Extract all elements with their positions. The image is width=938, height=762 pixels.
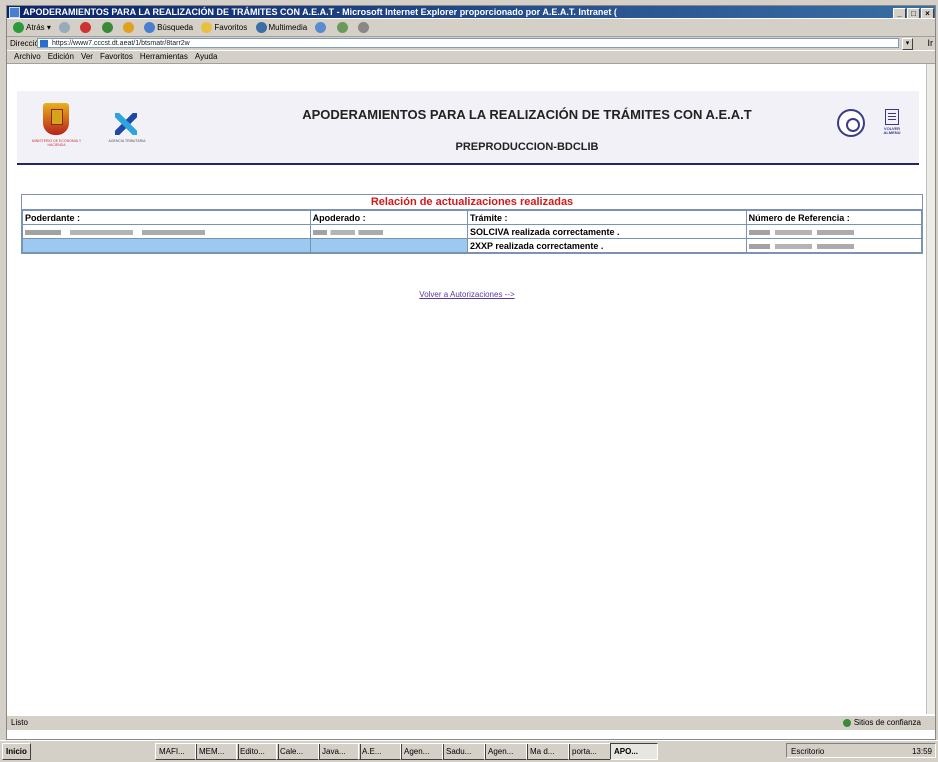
history-icon bbox=[315, 22, 327, 34]
vertical-scrollbar[interactable] bbox=[926, 64, 935, 714]
mail-button[interactable] bbox=[336, 19, 350, 36]
referencia-cell bbox=[745, 238, 923, 253]
taskbar-item-active[interactable]: APO... bbox=[610, 743, 658, 760]
results-title: Relación de actualizaciones realizadas bbox=[22, 195, 922, 210]
maximize-button[interactable]: □ bbox=[907, 8, 920, 18]
referencia-cell bbox=[745, 224, 923, 239]
menu-favoritos[interactable]: Favoritos bbox=[100, 52, 133, 61]
search-button[interactable]: Búsqueda bbox=[144, 19, 193, 36]
seal-icon bbox=[837, 109, 865, 137]
go-button[interactable]: Ir bbox=[928, 37, 934, 50]
taskbar-item[interactable]: Java... bbox=[318, 743, 361, 760]
window-controls: _ □ × bbox=[892, 7, 934, 18]
ministerio-logo: MINISTERIO DE ECONOMIA Y HACIENDA bbox=[29, 103, 84, 153]
standard-toolbar: Atrás ▾ Búsqueda Favoritos Multimedia bbox=[7, 19, 935, 37]
redacted-value bbox=[25, 229, 205, 235]
print-button[interactable] bbox=[357, 19, 371, 36]
menu-archivo[interactable]: Archivo bbox=[14, 52, 41, 61]
redacted-value bbox=[312, 229, 383, 235]
menu-ver[interactable]: Ver bbox=[81, 52, 93, 61]
menu-edicion[interactable]: Edición bbox=[48, 52, 74, 61]
back-arrow-icon bbox=[13, 22, 24, 34]
column-header: Poderdante : bbox=[22, 210, 311, 225]
refresh-icon bbox=[101, 22, 113, 34]
apoderado-cell bbox=[309, 238, 468, 253]
mail-icon bbox=[336, 22, 348, 34]
apoderado-cell bbox=[309, 224, 468, 239]
table-header-row: Poderdante : Apoderado : Trámite : Númer… bbox=[22, 210, 923, 225]
minimize-button[interactable]: _ bbox=[893, 8, 906, 18]
poderdante-cell bbox=[22, 224, 311, 239]
taskbar-item[interactable]: Sadu... bbox=[442, 743, 486, 760]
trusted-site-icon bbox=[842, 718, 851, 727]
browser-window: APODERAMIENTOS PARA LA REALIZACIÓN DE TR… bbox=[6, 5, 936, 740]
home-button[interactable] bbox=[122, 19, 136, 36]
system-tray: Escritorio 13:59 bbox=[786, 743, 936, 758]
table-row: SOLCIVA realizada correctamente . bbox=[22, 224, 923, 239]
page-content: MINISTERIO DE ECONOMIA Y HACIENDA AGENCI… bbox=[7, 64, 927, 714]
page-subtitle: PREPRODUCCION-BDCLIB bbox=[455, 141, 599, 153]
volver-al-menu-button[interactable]: VOLVER ALMENU bbox=[877, 109, 907, 141]
column-header: Número de Referencia : bbox=[745, 210, 923, 225]
taskbar-item[interactable]: porta... bbox=[568, 743, 612, 760]
aeat-logo: AGENCIA TRIBUTARIA bbox=[107, 113, 147, 153]
taskbar-item[interactable]: Edito... bbox=[236, 743, 279, 760]
refresh-button[interactable] bbox=[101, 19, 115, 36]
taskbar: Inicio MAFI... MEM... Edito... Cale... J… bbox=[0, 740, 938, 762]
column-header: Apoderado : bbox=[309, 210, 468, 225]
status-text: Listo bbox=[11, 718, 28, 727]
taskbar-item[interactable]: MEM... bbox=[195, 743, 239, 760]
star-icon bbox=[201, 22, 213, 34]
close-button[interactable]: × bbox=[921, 8, 934, 18]
taskbar-item[interactable]: Agen... bbox=[400, 743, 444, 760]
taskbar-item[interactable]: Cale... bbox=[276, 743, 320, 760]
forward-button[interactable] bbox=[59, 19, 72, 36]
redacted-value bbox=[748, 229, 854, 235]
title-bar: APODERAMIENTOS PARA LA REALIZACIÓN DE TR… bbox=[7, 6, 935, 18]
page-icon bbox=[40, 40, 48, 47]
address-input[interactable]: https://www7.cccst.dt.aeat/1/btsmatr/8ta… bbox=[37, 38, 899, 48]
status-bar: Listo Sitios de confianza bbox=[7, 715, 935, 730]
taskbar-item[interactable]: Agen... bbox=[484, 743, 528, 760]
window-title: APODERAMIENTOS PARA LA REALIZACIÓN DE TR… bbox=[23, 7, 617, 17]
menu-herramientas[interactable]: Herramientas bbox=[140, 52, 188, 61]
coat-of-arms-icon bbox=[43, 103, 69, 135]
media-icon bbox=[255, 22, 267, 34]
results-table: Relación de actualizaciones realizadas P… bbox=[21, 194, 923, 254]
security-zone: Sitios de confianza bbox=[842, 716, 921, 730]
back-button[interactable]: Atrás ▾ bbox=[13, 19, 51, 36]
ie-icon bbox=[9, 7, 20, 18]
link-row: Volver a Autorizaciones --> bbox=[7, 290, 927, 299]
search-icon bbox=[144, 22, 156, 34]
taskbar-item[interactable]: MAFI... bbox=[155, 743, 197, 760]
column-header: Trámite : bbox=[466, 210, 747, 225]
volver-autorizaciones-link[interactable]: Volver a Autorizaciones --> bbox=[419, 290, 514, 299]
multimedia-button[interactable]: Multimedia bbox=[255, 19, 307, 36]
taskbar-item[interactable]: Ma d... bbox=[526, 743, 570, 760]
clock: 13:59 bbox=[911, 747, 932, 756]
address-bar: Dirección https://www7.cccst.dt.aeat/1/b… bbox=[7, 37, 935, 50]
favorites-button[interactable]: Favoritos bbox=[201, 19, 247, 36]
redacted-value bbox=[748, 243, 854, 249]
stop-icon bbox=[80, 22, 92, 34]
page-header: MINISTERIO DE ECONOMIA Y HACIENDA AGENCI… bbox=[17, 91, 919, 165]
print-icon bbox=[357, 22, 369, 34]
home-icon bbox=[122, 22, 134, 34]
menu-icon bbox=[885, 109, 899, 125]
forward-arrow-icon bbox=[59, 22, 71, 34]
tramite-cell: 2XXP realizada correctamente . bbox=[466, 238, 747, 253]
address-dropdown-button[interactable]: ▾ bbox=[902, 38, 913, 50]
table-row: 2XXP realizada correctamente . bbox=[22, 238, 923, 253]
tramite-cell: SOLCIVA realizada correctamente . bbox=[466, 224, 747, 239]
history-button[interactable] bbox=[315, 19, 328, 36]
page-title: APODERAMIENTOS PARA LA REALIZACIÓN DE TR… bbox=[302, 107, 752, 122]
menu-ayuda[interactable]: Ayuda bbox=[195, 52, 218, 61]
menu-bar: Archivo Edición Ver Favoritos Herramientas Ay… bbox=[7, 51, 935, 64]
start-button[interactable]: Inicio bbox=[2, 743, 31, 760]
poderdante-cell bbox=[22, 238, 311, 253]
taskbar-item[interactable]: A.E... bbox=[358, 743, 402, 760]
desktop-label[interactable]: Escritorio bbox=[791, 747, 824, 756]
stop-button[interactable] bbox=[80, 19, 93, 36]
